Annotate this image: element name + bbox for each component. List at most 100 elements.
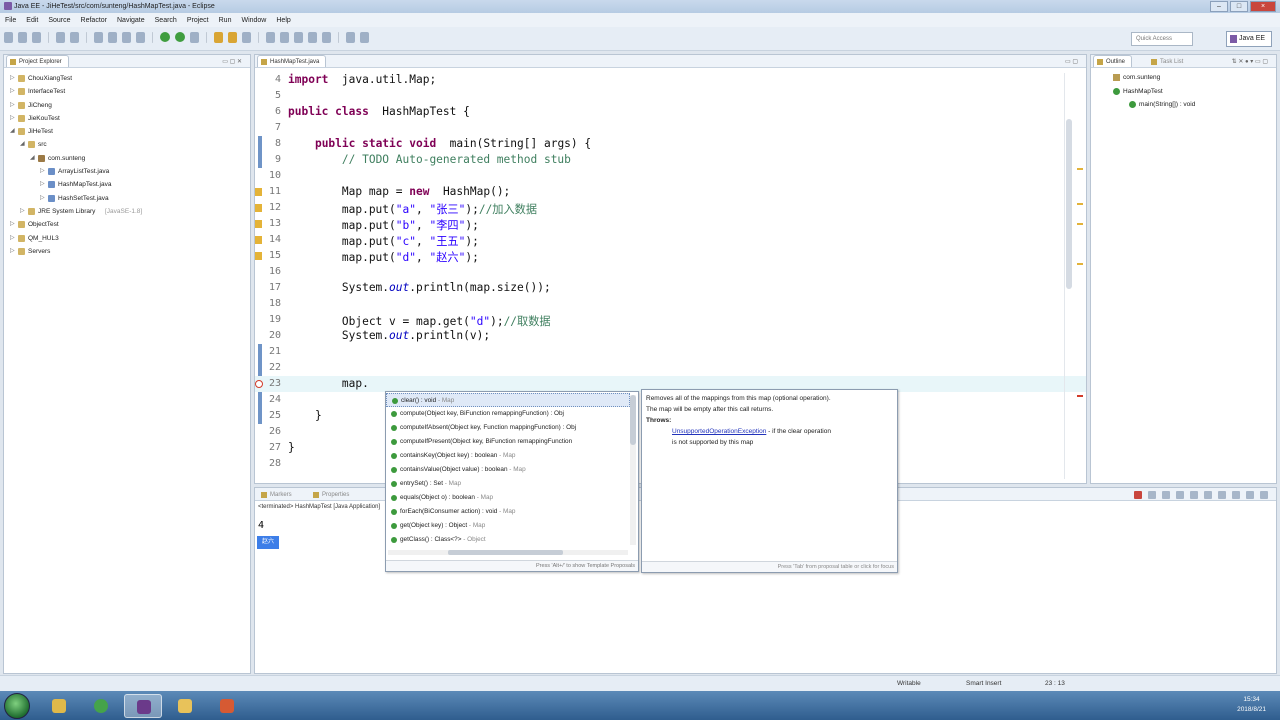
proposal-item[interactable]: compute(Object key, BiFunction remapping… [386, 407, 630, 421]
menu-item-edit[interactable]: Edit [21, 17, 43, 24]
terminate-icon[interactable] [1134, 491, 1142, 499]
code-line[interactable]: 19 Object v = map.get("d");//取数据 [255, 312, 1086, 328]
new-class-icon[interactable] [242, 32, 251, 43]
code-line[interactable]: 4 import java.util.Map; [255, 72, 1086, 88]
expand-toggle-icon[interactable]: ◢ [20, 138, 25, 151]
proposal-item[interactable]: equals(Object o) : boolean - Map [386, 491, 630, 505]
proposal-item[interactable]: clear() : void - Map [386, 393, 630, 407]
expand-toggle-icon[interactable]: ▷ [10, 112, 15, 125]
save-all-icon[interactable] [32, 32, 41, 43]
code-line[interactable]: 15 map.put("d", "赵六"); [255, 248, 1086, 264]
code-line[interactable]: 13 map.put("b", "李四"); [255, 216, 1086, 232]
display-console-icon[interactable] [1218, 491, 1226, 499]
next-annotation-icon[interactable] [308, 32, 317, 43]
expand-toggle-icon[interactable]: ▷ [40, 178, 45, 191]
prev-annotation-icon[interactable] [322, 32, 331, 43]
proposal-scroll-thumb[interactable] [630, 395, 636, 445]
minimize-button[interactable]: – [1210, 1, 1228, 12]
code-line[interactable]: 16 [255, 264, 1086, 280]
remove-all-icon[interactable] [1162, 491, 1170, 499]
debug-run-icon[interactable] [160, 32, 170, 42]
menu-item-help[interactable]: Help [271, 17, 295, 24]
outline-view-controls[interactable]: ⇅ ✕ ● ▾ ▭ ▢ [1232, 58, 1268, 65]
skip-breakpoints-icon[interactable] [70, 32, 79, 43]
scroll-lock-icon[interactable] [1176, 491, 1184, 499]
overview-ruler[interactable] [1076, 73, 1084, 479]
code-line[interactable]: 14 map.put("c", "王五"); [255, 232, 1086, 248]
expand-toggle-icon[interactable]: ◢ [30, 152, 35, 165]
taskbar-app-2[interactable] [82, 694, 120, 718]
expand-toggle-icon[interactable]: ▷ [10, 245, 15, 258]
code-line[interactable]: 17 System.out.println(map.size()); [255, 280, 1086, 296]
new-package-icon[interactable] [228, 32, 237, 43]
proposal-hscrollbar[interactable] [388, 550, 628, 555]
forward-icon[interactable] [360, 32, 369, 43]
code-line[interactable]: 7 [255, 120, 1086, 136]
pin-console-icon[interactable] [1204, 491, 1212, 499]
error-marker[interactable] [1077, 395, 1083, 397]
code-line[interactable]: 20 System.out.println(v); [255, 328, 1086, 344]
menu-item-project[interactable]: Project [182, 17, 214, 24]
maximize-view-icon[interactable] [1260, 491, 1268, 499]
menu-item-search[interactable]: Search [150, 17, 182, 24]
word-wrap-icon[interactable] [1190, 491, 1198, 499]
proposal-item[interactable]: computeIfPresent(Object key, BiFunction … [386, 435, 630, 449]
tab-properties[interactable]: Properties [309, 488, 356, 500]
proposal-item[interactable]: computeIfAbsent(Object key, Function map… [386, 421, 630, 435]
proposal-item[interactable]: containsValue(Object value) : boolean - … [386, 463, 630, 477]
debug-icon[interactable] [56, 32, 65, 43]
code-line[interactable]: 18 [255, 296, 1086, 312]
warning-marker[interactable] [1077, 168, 1083, 170]
code-line[interactable]: 8 public static void main(String[] args)… [255, 136, 1086, 152]
proposal-item[interactable]: get(Object key) : Object - Map [386, 519, 630, 533]
expand-toggle-icon[interactable]: ▷ [10, 218, 15, 231]
code-line[interactable]: 21 [255, 344, 1086, 360]
annotation-icon[interactable] [294, 32, 303, 43]
code-line[interactable]: 12 map.put("a", "张三");//加入数据 [255, 200, 1086, 216]
code-line[interactable]: 9 // TODO Auto-generated method stub [255, 152, 1086, 168]
open-console-icon[interactable] [1232, 491, 1240, 499]
menu-item-source[interactable]: Source [43, 17, 75, 24]
javadoc-popup[interactable]: Removes all of the mappings from this ma… [641, 389, 898, 573]
menu-item-file[interactable]: File [0, 17, 21, 24]
tab-task-list[interactable]: Task List [1147, 55, 1190, 67]
taskbar-clock[interactable]: 15:34 2018/8/21 [1237, 695, 1266, 715]
console-selected-text[interactable]: 赵六 [257, 536, 279, 549]
editor-scroll-thumb[interactable] [1066, 119, 1072, 289]
build-icon[interactable] [122, 32, 131, 43]
open-task-icon[interactable] [266, 32, 275, 43]
expand-toggle-icon[interactable]: ◢ [10, 125, 15, 138]
tab-outline[interactable]: Outline [1093, 55, 1133, 67]
expand-toggle-icon[interactable]: ▷ [10, 85, 15, 98]
proposal-scrollbar[interactable] [630, 395, 636, 545]
taskbar-app-1[interactable] [40, 694, 78, 718]
expand-toggle-icon[interactable]: ▷ [10, 72, 15, 85]
expand-toggle-icon[interactable]: ▷ [10, 232, 15, 245]
menu-item-refactor[interactable]: Refactor [76, 17, 112, 24]
maximize-button[interactable]: □ [1230, 1, 1248, 12]
run-icon[interactable] [175, 32, 185, 42]
perspective-button[interactable]: Java EE [1226, 31, 1272, 47]
code-line[interactable]: 11 Map map = new HashMap(); [255, 184, 1086, 200]
expand-toggle-icon[interactable]: ▷ [20, 205, 25, 218]
editor-view-controls[interactable]: ▭ ▢ [1065, 58, 1078, 65]
proposal-item[interactable]: containsKey(Object key) : boolean - Map [386, 449, 630, 463]
close-button[interactable]: × [1250, 1, 1276, 12]
tab-project-explorer[interactable]: Project Explorer [6, 55, 69, 67]
quick-access-input[interactable]: Quick Access [1131, 32, 1193, 46]
proposal-hscroll-thumb[interactable] [448, 550, 563, 555]
exception-link[interactable]: UnsupportedOperationException [672, 428, 766, 435]
code-line[interactable]: 5 [255, 88, 1086, 104]
warning-marker[interactable] [1077, 263, 1083, 265]
search-icon[interactable] [280, 32, 289, 43]
code-line[interactable]: 10 [255, 168, 1086, 184]
editor-scrollbar[interactable] [1064, 73, 1072, 479]
menu-item-run[interactable]: Run [214, 17, 237, 24]
expand-toggle-icon[interactable]: ▷ [40, 165, 45, 178]
minimize-view-icon[interactable] [1246, 491, 1254, 499]
expand-toggle-icon[interactable]: ▷ [40, 192, 45, 205]
deploy-icon[interactable] [108, 32, 117, 43]
expand-toggle-icon[interactable]: ▷ [10, 99, 15, 112]
code-line[interactable]: 22 [255, 360, 1086, 376]
start-button[interactable] [4, 693, 30, 719]
